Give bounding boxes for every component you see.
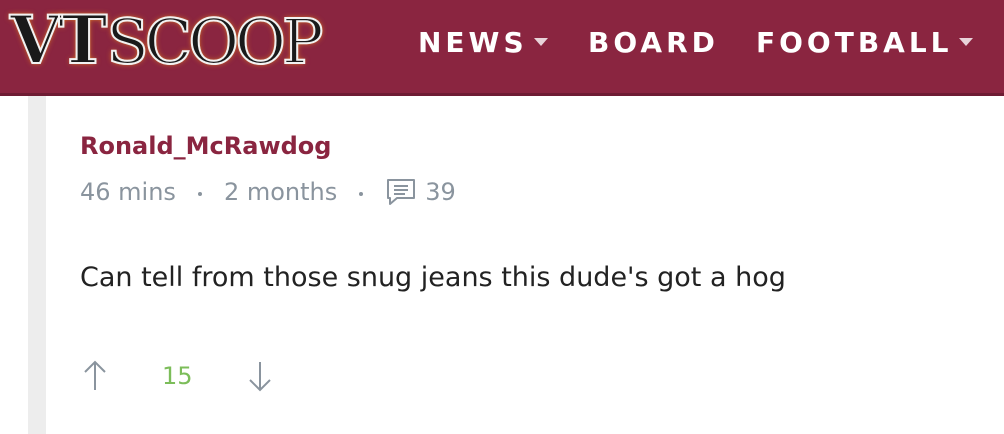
separator-dot: [197, 192, 202, 196]
site-logo[interactable]: VT SCOOP: [9, 0, 325, 80]
site-header: VT SCOOP NEWS BOARD FOOTBALL: [0, 0, 1004, 96]
reply-count[interactable]: 39: [425, 178, 456, 206]
vote-controls: 15: [80, 358, 275, 394]
comment-body: Can tell from those snug jeans this dude…: [80, 262, 786, 293]
thread-indent-line: [28, 96, 46, 434]
nav-football-label: FOOTBALL: [756, 25, 953, 59]
nav-news-label: NEWS: [418, 25, 528, 59]
logo-scoop-text: SCOOP: [105, 4, 324, 79]
comment-meta: 46 mins 2 months 39: [80, 176, 456, 208]
nav-board-label: BOARD: [588, 25, 719, 59]
arrow-up-icon[interactable]: [80, 358, 110, 394]
comment-author[interactable]: Ronald_McRawdog: [80, 132, 331, 160]
nav-board[interactable]: BOARD: [588, 22, 719, 62]
vote-score: 15: [162, 362, 193, 390]
comment-posted-time: 46 mins: [80, 178, 176, 206]
logo-vt-text: VT: [9, 0, 108, 80]
chevron-down-icon: [958, 38, 973, 46]
arrow-down-icon[interactable]: [245, 358, 275, 394]
account-age: 2 months: [223, 178, 338, 206]
comment-icon[interactable]: [385, 177, 417, 207]
nav-football[interactable]: FOOTBALL: [756, 22, 973, 62]
nav-news[interactable]: NEWS: [418, 22, 548, 62]
chevron-down-icon: [533, 38, 548, 46]
separator-dot: [359, 192, 364, 196]
